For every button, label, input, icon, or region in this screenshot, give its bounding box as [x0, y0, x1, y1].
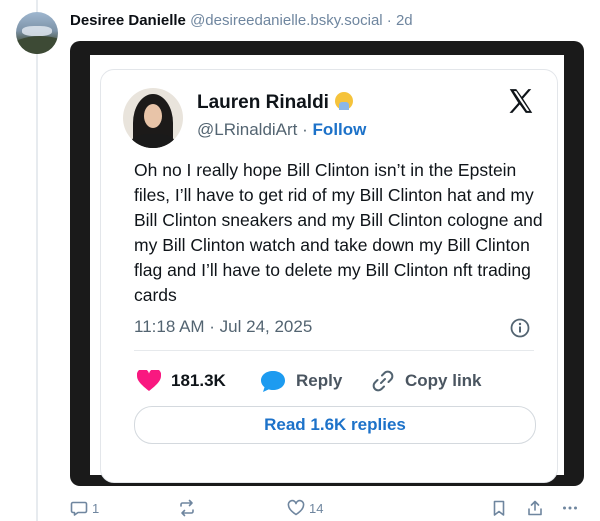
more-dots-icon — [563, 506, 577, 510]
avatar-shirt — [131, 134, 175, 148]
thread-line — [36, 0, 38, 521]
tweet-copy-link-label: Copy link — [405, 371, 482, 390]
tweet-author-name-text: Lauren Rinaldi — [197, 92, 329, 113]
like-count: 14 — [309, 500, 324, 516]
post-actions-bar: 1 14 — [0, 496, 600, 520]
reply-button[interactable]: 1 — [70, 496, 99, 520]
repost-icon — [180, 499, 194, 517]
tweet-follow-link: Follow — [312, 120, 367, 139]
tweet-likes: 181.3K — [137, 368, 226, 394]
bookmark-button[interactable] — [490, 496, 512, 520]
tweet-handle: @LRinaldiArt — [197, 120, 298, 139]
tweet-avatar — [123, 88, 183, 148]
tweet-timestamp: 11:18 AM · Jul 24, 2025 — [134, 317, 313, 336]
like-button[interactable]: 14 — [287, 496, 323, 520]
reply-count: 1 — [92, 500, 100, 516]
post-header: Desiree Danielle @desireedanielle.bsky.s… — [70, 11, 413, 31]
tweet-copy-link: Copy link — [371, 368, 482, 394]
reply-icon — [70, 501, 88, 516]
bookmark-icon — [493, 500, 505, 516]
author-handle[interactable]: @desireedanielle.bsky.social — [190, 12, 383, 29]
person-emoji-icon — [334, 92, 353, 110]
author-avatar[interactable] — [16, 12, 58, 54]
avatar-hill — [16, 36, 58, 54]
read-replies-button: Read 1.6K replies — [134, 406, 536, 444]
tweet-author-name: Lauren Rinaldi — [197, 92, 353, 114]
post-age[interactable]: 2d — [396, 12, 413, 29]
tweet-handle-row: @LRinaldiArt · Follow — [197, 120, 366, 140]
tweet-reply: Reply — [260, 368, 342, 394]
tweet-divider — [134, 350, 534, 351]
embedded-image[interactable]: Lauren Rinaldi @LRinaldiArt · Follow Oh … — [70, 41, 584, 486]
avatar-snow — [22, 26, 52, 36]
more-options-button[interactable] — [561, 496, 583, 520]
screenshot-photo: Lauren Rinaldi @LRinaldiArt · Follow Oh … — [90, 55, 564, 483]
share-icon — [528, 500, 542, 516]
share-button[interactable] — [526, 496, 548, 520]
repost-button[interactable] — [178, 496, 200, 520]
heart-outline-icon — [287, 499, 305, 516]
tweet-separator: · — [302, 120, 308, 139]
link-icon — [372, 370, 394, 392]
heart-icon — [137, 370, 161, 391]
header-separator: · — [386, 12, 392, 29]
author-name[interactable]: Desiree Danielle — [70, 12, 186, 29]
tweet-reply-label: Reply — [296, 371, 343, 390]
info-icon — [510, 318, 530, 338]
tweet-like-count: 181.3K — [171, 371, 226, 390]
avatar-face — [144, 104, 162, 128]
tweet-card: Lauren Rinaldi @LRinaldiArt · Follow Oh … — [100, 69, 558, 483]
x-logo-icon — [509, 89, 533, 113]
reply-bubble-icon — [261, 371, 285, 392]
tweet-text: Oh no I really hope Bill Clinton isn’t i… — [134, 160, 543, 305]
